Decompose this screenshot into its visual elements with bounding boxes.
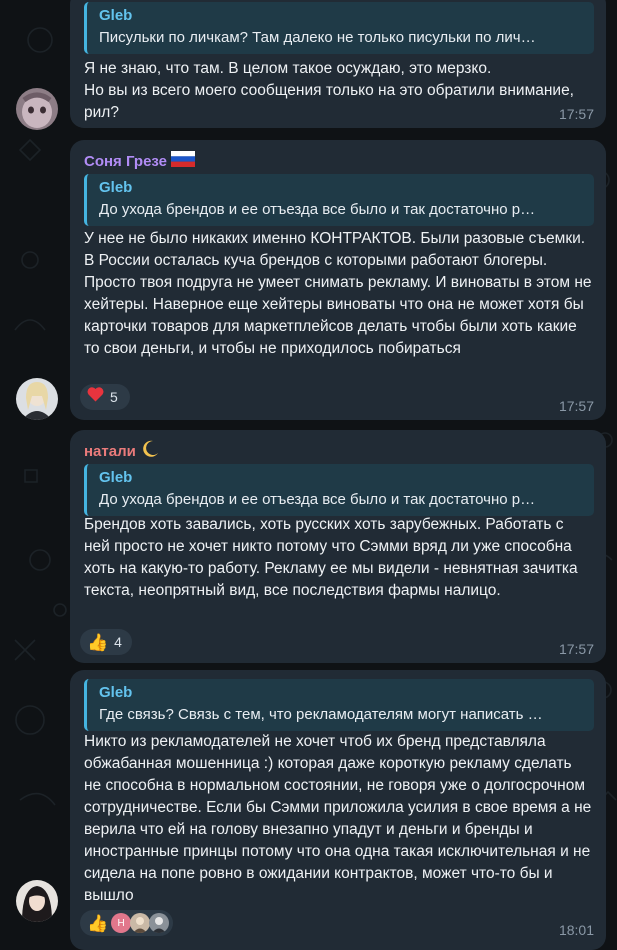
reply-author: Gleb [99, 469, 133, 486]
reply-preview: До ухода брендов и ее отъезда все было и… [99, 491, 536, 508]
message-text: Никто из рекламодателей не хочет чтоб их… [84, 733, 592, 904]
message-text: У нее не было никаких именно КОНТРАКТОВ.… [84, 230, 592, 357]
reply-quote[interactable]: Gleb До ухода брендов и ее отъезда все б… [84, 174, 594, 226]
avatar[interactable] [16, 880, 58, 922]
reaction-count: 4 [114, 634, 122, 650]
message-bubble[interactable]: Gleb Где связь? Связь с тем, что рекламо… [70, 670, 606, 950]
reply-quote[interactable]: Gleb Где связь? Связь с тем, что рекламо… [84, 679, 594, 731]
message-time: 17:57 [558, 641, 594, 657]
sender-name[interactable]: натали [84, 439, 160, 465]
reply-preview: Писульки по личкам? Там далеко не только… [99, 29, 536, 46]
reply-quote[interactable]: Gleb До ухода брендов и ее отъезда все б… [84, 464, 594, 516]
reply-author: Gleb [99, 684, 133, 701]
reactor-avatar [130, 913, 151, 933]
message-text: Я не знаю, что там. В целом такое осужда… [84, 60, 574, 121]
avatar[interactable] [16, 378, 58, 420]
crescent-moon-icon [140, 439, 160, 465]
message-time: 17:57 [558, 106, 594, 122]
reactor-avatar [149, 913, 170, 933]
message-bubble[interactable]: Gleb Писульки по личкам? Там далеко не т… [70, 0, 606, 128]
reply-quote[interactable]: Gleb Писульки по личкам? Там далеко не т… [84, 2, 594, 54]
reaction-chip[interactable]: 5 [80, 384, 130, 410]
reaction-count: 5 [110, 389, 118, 405]
reply-preview: Где связь? Связь с тем, что рекламодател… [99, 706, 543, 723]
message-bubble[interactable]: Соня Грезе Gleb До ухода брендов и ее от… [70, 140, 606, 420]
message-text: Брендов хоть завались, хоть русских хоть… [84, 516, 578, 599]
sender-name[interactable]: Соня Грезе [84, 151, 196, 173]
sender-label: натали [84, 443, 136, 460]
reaction-chip[interactable]: 👍 4 [80, 629, 132, 655]
reply-author: Gleb [99, 7, 133, 24]
russia-flag-icon [171, 151, 196, 173]
avatar[interactable] [16, 88, 58, 130]
message-bubble[interactable]: натали Gleb До ухода брендов и ее отъезд… [70, 430, 606, 663]
thumbs-up-icon: 👍 [87, 632, 109, 652]
heart-icon [87, 387, 104, 407]
message-time: 17:57 [558, 398, 594, 414]
message-time: 18:01 [558, 922, 594, 938]
thumbs-up-icon: 👍 [87, 913, 109, 933]
reply-author: Gleb [99, 179, 133, 196]
reply-preview: До ухода брендов и ее отъезда все было и… [99, 201, 536, 218]
sender-label: Соня Грезе [84, 153, 168, 170]
reactor-avatar: Н [111, 913, 132, 933]
reaction-chip[interactable]: 👍 Н [80, 910, 174, 936]
